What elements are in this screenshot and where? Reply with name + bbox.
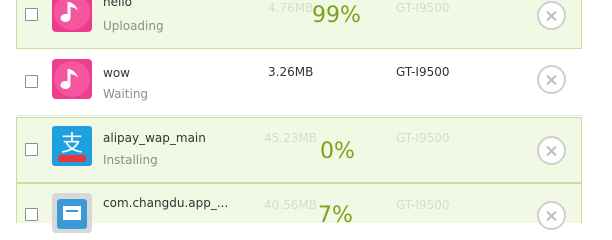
app-name: alipay_wap_main xyxy=(103,131,206,145)
music-note-icon xyxy=(52,0,92,32)
close-icon[interactable] xyxy=(537,65,566,94)
app-status: Installing xyxy=(103,153,158,167)
app-size: 40.56MB xyxy=(264,198,317,212)
row-background xyxy=(16,117,582,183)
svg-text:支: 支 xyxy=(61,132,83,157)
list-item[interactable]: wow Waiting 3.26MB GT-I9500 xyxy=(0,50,612,116)
row-checkbox[interactable] xyxy=(25,8,38,21)
close-icon[interactable] xyxy=(537,201,566,230)
row-checkbox[interactable] xyxy=(25,208,38,221)
alipay-icon: 支 xyxy=(52,126,92,166)
close-icon[interactable] xyxy=(537,136,566,165)
app-name: wow xyxy=(103,66,130,80)
progress-percent: 7% xyxy=(318,203,353,228)
app-size: 3.26MB xyxy=(268,65,314,79)
device-name: GT-I9500 xyxy=(396,1,450,15)
app-size: 45.23MB xyxy=(264,131,317,145)
list-item[interactable]: com.changdu.app_... 40.56MB GT-I9500 7% xyxy=(0,183,612,233)
progress-percent: 0% xyxy=(320,139,355,164)
device-name: GT-I9500 xyxy=(396,65,450,79)
app-name: com.changdu.app_... xyxy=(103,196,229,210)
app-status: Uploading xyxy=(103,19,164,33)
music-note-icon xyxy=(52,59,92,99)
row-checkbox[interactable] xyxy=(25,143,38,156)
app-name: hello xyxy=(103,0,132,9)
app-status: Waiting xyxy=(103,87,149,101)
row-checkbox[interactable] xyxy=(25,75,38,88)
row-background xyxy=(16,50,582,116)
progress-percent: 99% xyxy=(312,3,361,28)
reader-app-icon xyxy=(52,193,92,233)
device-name: GT-I9500 xyxy=(396,131,450,145)
list-item[interactable]: 支 alipay_wap_main Installing 45.23MB GT-… xyxy=(0,117,612,183)
app-size: 4.76MB xyxy=(268,1,314,15)
list-item[interactable]: hello Uploading 4.76MB GT-I9500 99% xyxy=(0,0,612,49)
device-name: GT-I9500 xyxy=(396,198,450,212)
upload-list: hello Uploading 4.76MB GT-I9500 99% wow … xyxy=(0,0,612,233)
close-icon[interactable] xyxy=(537,1,566,30)
